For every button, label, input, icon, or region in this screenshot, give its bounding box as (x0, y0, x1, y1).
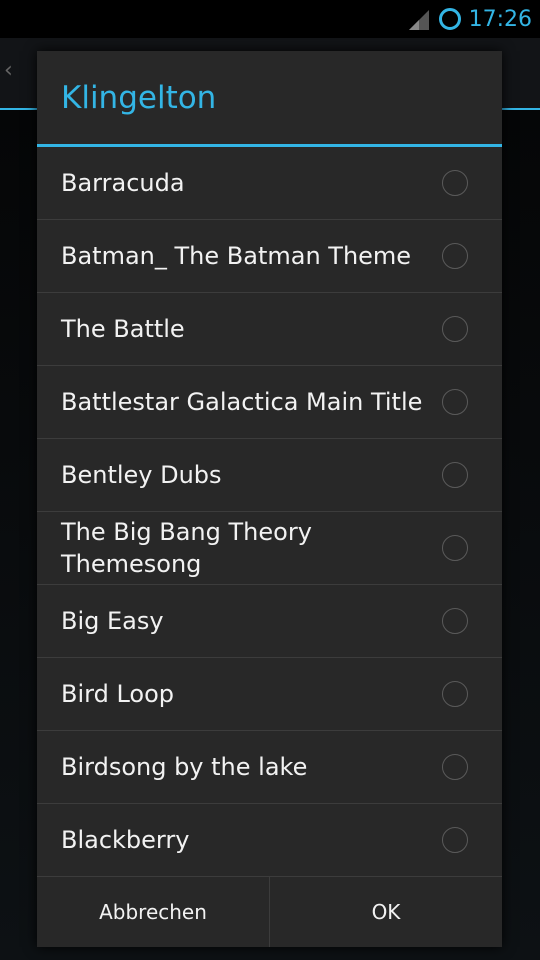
ringtone-label: Bentley Dubs (61, 461, 222, 489)
ringtone-dialog: Klingelton Barracuda Batman_ The Batman … (37, 51, 502, 947)
ringtone-item[interactable]: Barracuda (37, 147, 502, 220)
dialog-title: Klingelton (37, 51, 502, 147)
cancel-button[interactable]: Abbrechen (37, 877, 269, 947)
ringtone-label: Bird Loop (61, 680, 174, 708)
ringtone-label: Barracuda (61, 169, 185, 197)
ringtone-item[interactable]: Battlestar Galactica Main Title (37, 366, 502, 439)
status-bar: 17:26 (0, 0, 540, 38)
radio-button[interactable] (442, 608, 468, 634)
signal-icon (408, 10, 429, 30)
radio-button[interactable] (442, 389, 468, 415)
ringtone-label: Batman_ The Batman Theme (61, 242, 412, 270)
ok-button[interactable]: OK (269, 877, 502, 947)
radio-button[interactable] (442, 170, 468, 196)
ringtone-list[interactable]: Barracuda Batman_ The Batman Theme The B… (37, 147, 502, 874)
radio-button[interactable] (442, 754, 468, 780)
ringtone-label: The Battle (61, 315, 185, 343)
ringtone-item[interactable]: The Big Bang Theory Themesong (37, 512, 502, 585)
ringtone-item[interactable]: Blackberry (37, 804, 502, 874)
radio-button[interactable] (442, 243, 468, 269)
ringtone-label: The Big Bang Theory Themesong (61, 518, 312, 578)
clock: 17:26 (468, 6, 532, 32)
radio-button[interactable] (442, 681, 468, 707)
ringtone-item[interactable]: Birdsong by the lake (37, 731, 502, 804)
ringtone-item[interactable]: The Battle (37, 293, 502, 366)
status-icons: 17:26 (407, 0, 532, 38)
radio-button[interactable] (442, 316, 468, 342)
ringtone-label: Battlestar Galactica Main Title (61, 388, 423, 416)
ringtone-label: Blackberry (61, 826, 190, 854)
radio-button[interactable] (442, 827, 468, 853)
ringtone-item[interactable]: Bird Loop (37, 658, 502, 731)
sync-icon (438, 8, 461, 30)
dialog-button-bar: Abbrechen OK (37, 876, 502, 947)
ringtone-item[interactable]: Big Easy (37, 585, 502, 658)
back-chevron-icon: ‹ (4, 58, 13, 83)
ringtone-label: Big Easy (61, 607, 164, 635)
ringtone-label: Birdsong by the lake (61, 753, 308, 781)
ringtone-item[interactable]: Bentley Dubs (37, 439, 502, 512)
radio-button[interactable] (442, 535, 468, 561)
ringtone-item[interactable]: Batman_ The Batman Theme (37, 220, 502, 293)
radio-button[interactable] (442, 462, 468, 488)
